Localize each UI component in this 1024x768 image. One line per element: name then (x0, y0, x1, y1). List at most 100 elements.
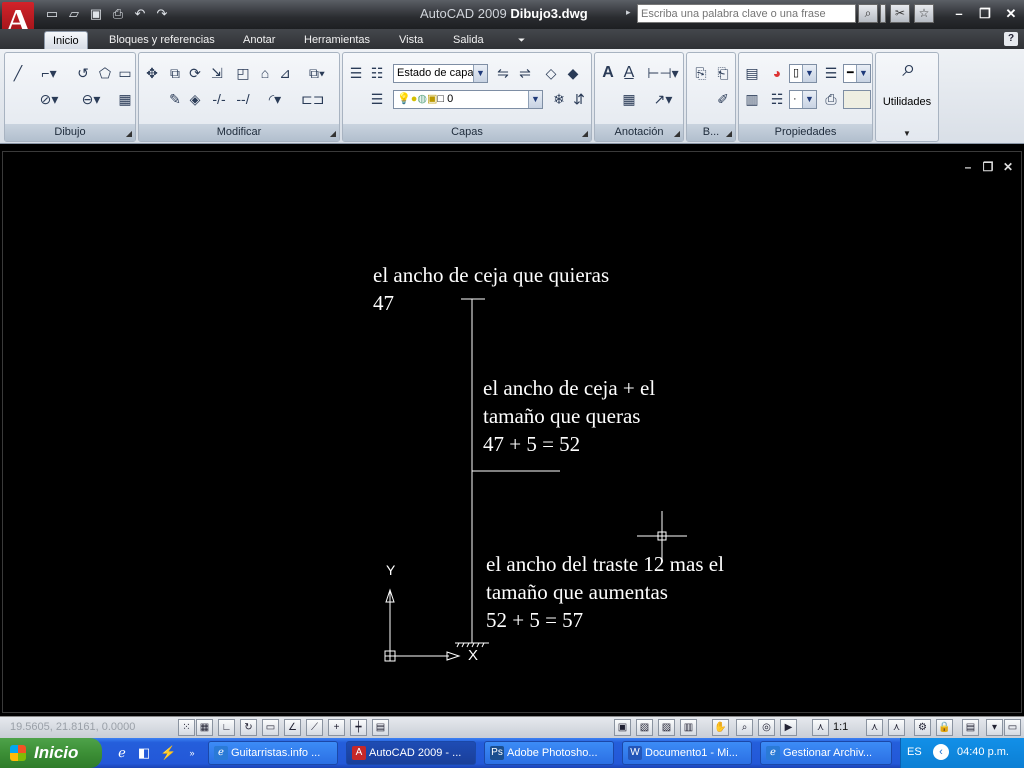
lineweight-dropdown[interactable]: ━ ▼ (843, 64, 871, 83)
annotation-scale-icon[interactable]: ⋏ (812, 719, 829, 736)
text-traste[interactable]: el ancho del traste 12 mas el tamaño que… (486, 550, 724, 634)
panel-expand-icon[interactable]: ◢ (126, 129, 132, 138)
plot-style-dropdown[interactable] (843, 90, 871, 109)
panel-expand-icon[interactable]: ◢ (674, 129, 680, 138)
edit-block-icon[interactable]: ✐ (713, 89, 733, 109)
polar-icon[interactable]: ↻ (240, 719, 257, 736)
array-icon[interactable]: ⧉▾ (301, 63, 333, 83)
stretch-icon[interactable]: ⇲ (207, 63, 227, 83)
redo-icon[interactable]: ↷ (154, 6, 170, 22)
new-file-icon[interactable]: ▭ (44, 6, 60, 22)
layer-match-icon[interactable]: ⇋ (493, 63, 513, 83)
create-block-icon[interactable]: ⎗ (713, 63, 733, 83)
lineweight-toggle-icon[interactable]: ┿ (350, 719, 367, 736)
tab-herramientas[interactable]: Herramientas (296, 31, 378, 49)
annotation-visibility-icon[interactable]: ⋏ (866, 719, 883, 736)
task-documento[interactable]: W Documento1 - Mi... (622, 741, 752, 765)
hatch-icon[interactable]: ▦ (115, 89, 135, 109)
workspace-icon[interactable]: ⚙ (914, 719, 931, 736)
pan-icon[interactable]: ✋ (712, 719, 729, 736)
rectangle-icon[interactable]: ▭ (115, 63, 135, 83)
clock[interactable]: 04:40 p.m. (957, 746, 1009, 758)
restore-icon[interactable]: ❐ (976, 5, 994, 23)
measure-magnifier-icon[interactable]: ⌕ (896, 57, 922, 89)
color-dropdown[interactable]: ▯ ▼ (789, 64, 817, 83)
ribbon-minimize-icon[interactable]: ⏷ (510, 31, 533, 49)
zoom-icon[interactable]: ⌕ (736, 719, 753, 736)
copy-icon[interactable]: ⧉ (165, 63, 185, 83)
media-quicklaunch-icon[interactable]: ⚡ (160, 745, 176, 761)
snap-icon[interactable]: ⁙ (178, 719, 195, 736)
communication-center-icon[interactable]: ✂ (890, 4, 910, 23)
annotation-scale[interactable]: 1:1 (833, 721, 848, 733)
tab-vista[interactable]: Vista (391, 31, 431, 49)
rotate-icon[interactable]: ⟳ (185, 63, 205, 83)
table-icon[interactable]: ▦ (619, 89, 639, 109)
lock-icon[interactable]: 🔒 (936, 719, 953, 736)
save-icon[interactable]: ▣ (88, 6, 104, 22)
language-indicator[interactable]: ES (907, 746, 922, 758)
quicklaunch-more-icon[interactable]: » (184, 745, 200, 761)
isolate-icon[interactable]: ▤ (962, 719, 979, 736)
search-input[interactable] (637, 4, 856, 23)
lineweight-icon[interactable]: ☰ (821, 63, 841, 83)
search-icon[interactable]: ⌕ (858, 4, 878, 23)
layer-previous-icon[interactable]: ⇌ (515, 63, 535, 83)
scale-icon[interactable]: ◰ (233, 63, 253, 83)
match-properties-icon[interactable]: ▤ (742, 63, 762, 83)
dyn-icon[interactable]: + (328, 719, 345, 736)
tray-expand-icon[interactable]: ‹ (933, 744, 949, 760)
layer-walk-icon[interactable]: ☰ (367, 89, 387, 109)
explode-icon[interactable]: ◈ (185, 89, 205, 109)
ducs-icon[interactable]: ⟋ (306, 719, 323, 736)
multileader-icon[interactable]: ↗▾ (647, 89, 679, 109)
grid-icon[interactable]: ▦ (196, 719, 213, 736)
polyline-icon[interactable]: ⌐▾ (33, 63, 65, 83)
layer-lock-icon[interactable]: ⇵ (569, 89, 589, 109)
showmotion-icon[interactable]: ▶ (780, 719, 797, 736)
panel-expand-icon[interactable]: ◢ (330, 129, 336, 138)
line-icon[interactable]: ╱ (8, 63, 28, 83)
multiline-text-icon[interactable]: A (598, 63, 618, 83)
favorites-star-icon[interactable]: ☆ (914, 4, 934, 23)
move-icon[interactable]: ✥ (142, 63, 162, 83)
layer-properties-icon[interactable]: ☰ (346, 63, 366, 83)
coordinates-readout[interactable]: 19.5605, 21.8161, 0.0000 (10, 721, 135, 733)
polygon-icon[interactable]: ⬠ (95, 63, 115, 83)
fillet-icon[interactable]: ◜▾ (259, 89, 291, 109)
search-expand-icon[interactable]: ▸ (626, 7, 631, 18)
clean-screen-icon[interactable]: ▭ (1004, 719, 1021, 736)
linetype-icon[interactable]: ☵ (767, 89, 787, 109)
tab-salida[interactable]: Salida (445, 31, 492, 49)
dimension-icon[interactable]: ⊢⊣▾ (647, 63, 679, 83)
close-icon[interactable]: ✕ (1002, 5, 1020, 23)
help-icon[interactable]: ? (1004, 32, 1018, 46)
tab-anotar[interactable]: Anotar (235, 31, 283, 49)
text-ceja-title[interactable]: el ancho de ceja que quieras 47 (373, 261, 609, 317)
layer-unisolate-icon[interactable]: ◆ (563, 63, 583, 83)
list-icon[interactable]: ▥ (742, 89, 762, 109)
arc-icon[interactable]: ↺ (73, 63, 93, 83)
steering-wheel-icon[interactable]: ◎ (758, 719, 775, 736)
task-guitarristas[interactable]: ℯ Guitarristas.info ... (208, 741, 338, 765)
layer-isolate-icon[interactable]: ◇ (541, 63, 561, 83)
offset-icon[interactable]: ⌂ (255, 63, 275, 83)
layer-dropdown[interactable]: 💡●◍▣□ 0 ▼ (393, 90, 543, 109)
join-icon[interactable]: ⊏⊐ (301, 89, 324, 109)
text-ceja-mas[interactable]: el ancho de ceja + el tamaño que queras … (483, 374, 655, 458)
print-icon[interactable]: ⎙ (110, 6, 126, 22)
quick-properties-icon[interactable]: ▤ (372, 719, 389, 736)
single-line-text-icon[interactable]: A̲ (619, 63, 639, 83)
otrack-icon[interactable]: ∠ (284, 719, 301, 736)
task-autocad[interactable]: A AutoCAD 2009 - ... (346, 741, 476, 765)
layer-state-icon[interactable]: ☷ (367, 63, 387, 83)
layer-freeze-icon[interactable]: ❄ (549, 89, 569, 109)
quick-view-icon[interactable]: ▥ (680, 719, 697, 736)
trim-icon[interactable]: -/- (209, 89, 229, 109)
tab-inicio[interactable]: Inicio (44, 31, 88, 49)
panel-expand-icon[interactable]: ◢ (726, 129, 732, 138)
extend-icon[interactable]: --/ (233, 89, 253, 109)
panel-expand-icon[interactable]: ◢ (582, 129, 588, 138)
layout1-icon[interactable]: ▧ (636, 719, 653, 736)
statusbar-menu-icon[interactable]: ▾ (986, 719, 1003, 736)
